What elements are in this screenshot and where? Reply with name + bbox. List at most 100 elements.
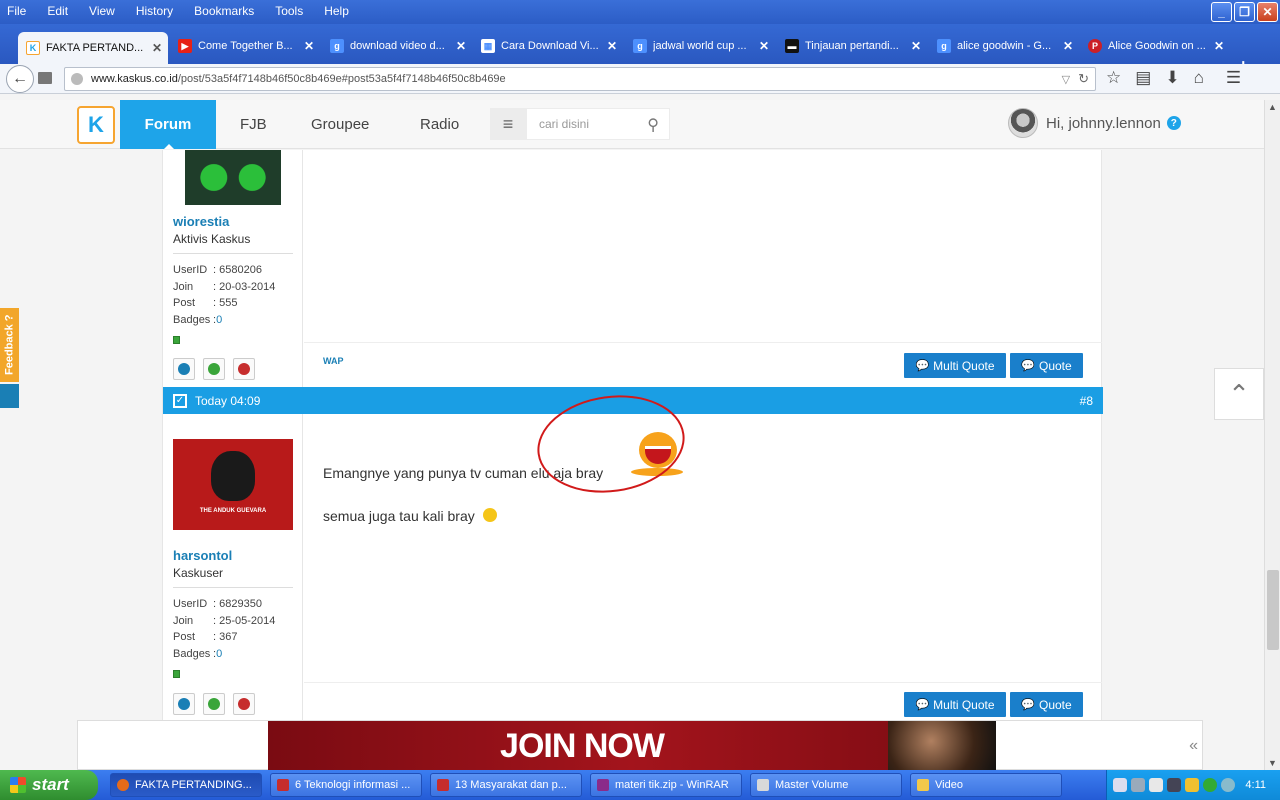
menu-bookmarks[interactable]: Bookmarks [191,4,257,18]
add-friend-button[interactable] [203,358,225,380]
ad-text: JOIN NOW [500,726,665,765]
download-icon[interactable]: ⬇ [1165,68,1179,88]
taskbar-item-pdf1[interactable]: 6 Teknologi informasi ... [270,773,422,797]
badges-link[interactable]: 0 [216,646,222,663]
taskbar-item-pdf2[interactable]: 13 Masyarakat dan p... [430,773,582,797]
tray-app-icon[interactable] [1167,778,1181,792]
home-icon[interactable]: ⌂ [1194,68,1204,88]
more-menu-icon[interactable]: ≡ [490,108,526,140]
profile-button[interactable] [173,358,195,380]
kaskus-logo[interactable]: K [77,106,115,144]
report-button[interactable] [233,693,255,715]
display-icon[interactable] [1149,778,1163,792]
close-tab-icon[interactable]: ✕ [456,39,466,53]
bookmark-star-icon[interactable]: ☆ [1106,68,1121,88]
close-tab-icon[interactable]: ✕ [759,39,769,53]
tab-pinterest[interactable]: P Alice Goodwin on ... ✕ [1080,32,1230,60]
close-tab-icon[interactable]: ✕ [911,39,921,53]
taskbar-item-video[interactable]: Video [910,773,1062,797]
menu-help[interactable]: Help [321,4,352,18]
search-input[interactable]: cari disini ⚲ [526,108,670,140]
scroll-up-arrow-icon[interactable]: ▲ [1268,102,1277,112]
firefox-icon [117,779,129,791]
quote-button[interactable]: 💬 Quote [1010,353,1083,378]
user-actions [173,693,302,715]
ad-banner[interactable]: JOIN NOW [268,721,996,771]
add-friend-button[interactable] [203,693,225,715]
page-grid-icon[interactable] [38,72,52,84]
collapse-ad-icon[interactable]: « [1189,737,1198,755]
minimize-button[interactable]: _ [1211,2,1232,22]
close-tab-icon[interactable]: ✕ [607,39,617,53]
taskbar-item-winrar[interactable]: materi tik.zip - WinRAR [590,773,742,797]
scroll-to-top-button[interactable]: ⌃ [1214,368,1264,420]
profile-button[interactable] [173,693,195,715]
close-tab-icon[interactable]: ✕ [152,41,162,55]
user-menu[interactable]: Hi, johnny.lennon ? [1008,108,1181,138]
menu-hamburger-icon[interactable]: ☰ [1226,68,1241,88]
report-button[interactable] [233,358,255,380]
task-title: Video [935,779,963,791]
nav-groupee[interactable]: Groupee [311,100,369,149]
nav-radio[interactable]: Radio [420,100,459,149]
start-button[interactable]: start [0,770,98,800]
stat-value: : 367 [213,631,238,643]
chevron-up-icon: ⌃ [1228,378,1250,409]
menu-tools[interactable]: Tools [272,4,306,18]
page-scrollbar[interactable]: ▲ ▼ [1264,100,1280,770]
reload-icon[interactable]: ↻ [1078,71,1089,87]
scrollbar-thumb[interactable] [1267,570,1279,650]
tab-google-worldcup[interactable]: g jadwal world cup ... ✕ [625,32,775,60]
badges-link[interactable]: 0 [216,312,222,329]
taskbar-item-firefox[interactable]: FAKTA PERTANDING... [110,773,262,797]
tray-app-icon[interactable] [1221,778,1235,792]
quote-button[interactable]: 💬 Quote [1010,692,1083,717]
nav-forum[interactable]: Forum [120,100,216,149]
post-number[interactable]: #8 [1080,394,1093,408]
reading-list-icon[interactable]: ▤ [1135,68,1151,88]
task-title: 6 Teknologi informasi ... [295,779,411,791]
username[interactable]: harsontol [173,548,302,563]
close-window-button[interactable]: ✕ [1257,2,1278,22]
whatsapp-icon[interactable] [1203,778,1217,792]
toolbar-icons: ☆ ▤ ⬇ ⌂ ☰ [1106,68,1241,88]
tray-app-icon[interactable] [1185,778,1199,792]
menu-edit[interactable]: Edit [44,4,71,18]
clock: 4:11 [1245,779,1266,791]
address-bar[interactable]: www.kaskus.co.id/post/53a5f4f7148b46f50c… [64,67,1096,91]
button-label: Quote [1039,358,1072,373]
url-dropdown-icon[interactable]: ▽ [1062,73,1070,86]
divider [304,682,1102,683]
tab-kaskus[interactable]: K FAKTA PERTAND... ✕ [18,32,168,64]
restore-button[interactable]: ❐ [1234,2,1255,22]
menu-view[interactable]: View [86,4,118,18]
feedback-tab[interactable]: Feedback ? [0,308,19,382]
close-tab-icon[interactable]: ✕ [304,39,314,53]
tab-cara-download[interactable]: ▦ Cara Download Vi... ✕ [473,32,623,60]
username[interactable]: wiorestia [173,214,302,229]
menu-history[interactable]: History [133,4,176,18]
tab-tinjauan[interactable]: ▬ Tinjauan pertandi... ✕ [777,32,927,60]
nav-fjb[interactable]: FJB [240,100,267,149]
stat-value: : 25-05-2014 [213,614,276,627]
multi-quote-button[interactable]: 💬 Multi Quote [904,692,1006,717]
multi-quote-button[interactable]: 💬 Multi Quote [904,353,1006,378]
tab-google-alice[interactable]: g alice goodwin - G... ✕ [929,32,1079,60]
user-avatar: THE ANDUK GUEVARA [173,439,293,530]
close-tab-icon[interactable]: ✕ [1063,39,1073,53]
help-icon[interactable]: ? [1166,116,1181,130]
network-icon[interactable] [1131,778,1145,792]
back-arrow-icon[interactable]: ← [6,65,34,93]
feedback-bottle-icon[interactable] [0,384,19,408]
tray-expand-icon[interactable] [1113,778,1127,792]
checkbox-icon[interactable]: ✓ [173,393,187,408]
tab-google-download[interactable]: g download video d... ✕ [322,32,472,60]
close-tab-icon[interactable]: ✕ [1214,39,1224,53]
globe-icon [71,73,83,85]
menu-file[interactable]: File [4,4,29,18]
search-icon[interactable]: ⚲ [647,115,659,135]
scroll-down-arrow-icon[interactable]: ▼ [1268,758,1277,768]
taskbar-item-volume[interactable]: Master Volume [750,773,902,797]
button-label: Multi Quote [933,697,995,712]
tab-youtube[interactable]: ▶ Come Together B... ✕ [170,32,320,60]
